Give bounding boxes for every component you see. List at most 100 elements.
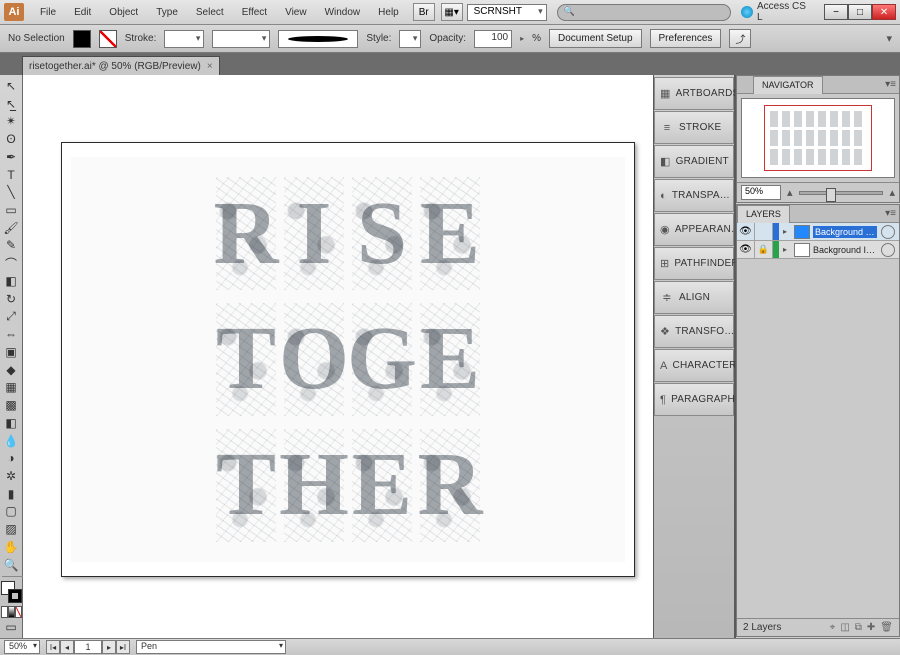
zoom-out-icon[interactable]: ▴ [787,186,793,199]
menu-view[interactable]: View [277,3,315,22]
pencil-tool[interactable]: ✎ [1,237,22,255]
delete-layer-icon[interactable]: 🗑 [880,622,893,633]
artboard-prev-button[interactable]: ◂ [60,640,74,654]
symbol-sprayer-tool[interactable]: ✲ [1,467,22,485]
menu-select[interactable]: Select [188,3,232,22]
column-graph-tool[interactable]: ▮ [1,485,22,503]
artboard-number-input[interactable]: 1 [74,640,102,654]
dock-transparency[interactable]: ◐TRANSPA… [654,179,734,212]
dock-artboards[interactable]: ▦ARTBOARDS [654,77,734,110]
dock-transform[interactable]: ❖TRANSFO… [654,315,734,348]
artboard-tool[interactable]: ▢ [1,503,22,521]
stroke-weight-dropdown[interactable] [164,30,204,48]
free-transform-tool[interactable]: ▣ [1,343,22,361]
bridge-button[interactable]: Br [413,3,435,21]
fill-swatch[interactable] [73,30,91,48]
eraser-tool[interactable]: ◧ [1,272,22,290]
screen-mode-tool[interactable]: ▭ [1,618,22,636]
magic-wand-tool[interactable]: ✴ [1,112,22,130]
dock-paragraph[interactable]: ¶PARAGRAPH [654,383,734,416]
window-minimize-button[interactable]: − [824,4,848,20]
graphic-style-dropdown[interactable] [399,30,421,48]
paintbrush-tool[interactable]: 🖌 [1,219,22,237]
dock-character[interactable]: ACHARACTER [654,349,734,382]
visibility-toggle-icon[interactable]: 👁 [737,241,755,258]
direct-selection-tool[interactable]: ↖̲ [1,95,22,113]
lock-toggle-icon[interactable]: 🔒 [755,241,773,258]
status-tool-dropdown[interactable]: Pen [136,640,286,654]
lock-toggle-icon[interactable] [755,223,773,240]
layer-name[interactable]: Background Image [813,245,877,255]
fill-stroke-indicator[interactable] [1,581,22,602]
preferences-button[interactable]: Preferences [650,29,722,48]
eyedropper-tool[interactable]: 💧 [1,432,22,450]
controlbar-collapse-icon[interactable]: ▾ [886,32,892,45]
brush-dropdown[interactable] [278,30,358,48]
window-maximize-button[interactable]: □ [848,4,872,20]
stroke-swatch[interactable] [99,30,117,48]
opacity-input[interactable]: 100 [474,30,512,48]
layer-target-icon[interactable] [881,243,895,257]
selection-tool[interactable]: ↖ [1,77,22,95]
layer-row[interactable]: 👁 ▸ Background co… [737,223,899,241]
layer-name[interactable]: Background co… [813,226,877,238]
menu-edit[interactable]: Edit [66,3,99,22]
dock-pathfinder[interactable]: ⊞PATHFINDER [654,247,734,280]
navigator-zoom-slider[interactable] [799,191,884,195]
navigator-tab[interactable]: NAVIGATOR [753,76,823,94]
window-close-button[interactable]: ✕ [872,4,896,20]
new-sublayer-icon[interactable]: ⧉ [855,622,862,633]
dock-gradient[interactable]: ◧GRADIENT [654,145,734,178]
zoom-in-icon[interactable]: ▴ [889,186,895,199]
status-zoom-dropdown[interactable]: 50% [4,640,40,654]
blend-tool[interactable]: ◑ [1,449,22,467]
artboard-first-button[interactable]: I◂ [46,640,60,654]
slice-tool[interactable]: ▨ [1,520,22,538]
search-input[interactable] [557,4,731,21]
locate-object-icon[interactable]: ⌖ [830,622,836,633]
navigator-zoom-input[interactable]: 50% [741,185,781,200]
artboard-last-button[interactable]: ▸I [116,640,130,654]
shape-builder-tool[interactable]: ◆ [1,361,22,379]
menu-effect[interactable]: Effect [234,3,275,22]
gradient-tool[interactable]: ◧ [1,414,22,432]
navigator-ghost-tab[interactable] [737,82,753,88]
menu-help[interactable]: Help [370,3,407,22]
document-setup-button[interactable]: Document Setup [549,29,642,48]
menu-object[interactable]: Object [101,3,146,22]
mesh-tool[interactable]: ▩ [1,396,22,414]
layer-target-icon[interactable] [881,225,895,239]
artboard-next-button[interactable]: ▸ [102,640,116,654]
rotate-tool[interactable]: ↻ [1,290,22,308]
layer-expand-icon[interactable]: ▸ [779,245,791,254]
menu-window[interactable]: Window [317,3,369,22]
line-segment-tool[interactable]: ╲ [1,183,22,201]
stroke-profile-dropdown[interactable] [212,30,270,48]
blob-brush-tool[interactable]: ⌒ [1,254,22,272]
layers-tab[interactable]: LAYERS [737,205,790,223]
access-cs-live[interactable]: Access CS L [741,1,814,23]
menu-type[interactable]: Type [148,3,186,22]
layer-expand-icon[interactable]: ▸ [779,227,791,236]
new-layer-icon[interactable]: ✚ [867,622,875,633]
layer-row[interactable]: 👁 🔒 ▸ Background Image [737,241,899,259]
dock-appearance[interactable]: ◉APPEARAN… [654,213,734,246]
color-modes[interactable] [1,606,22,618]
dock-align[interactable]: ≑ALIGN [654,281,734,314]
arrange-docs-button[interactable]: ▦▾ [441,3,463,21]
scale-tool[interactable]: ⤢ [1,308,22,326]
type-tool[interactable]: T [1,166,22,184]
rectangle-tool[interactable]: ▭ [1,201,22,219]
hand-tool[interactable]: ✋ [1,538,22,556]
navigator-panel-menu-icon[interactable]: ▾≡ [885,79,896,90]
width-tool[interactable]: ⇔ [1,325,22,343]
make-clipping-mask-icon[interactable]: ◫ [840,622,849,633]
perspective-grid-tool[interactable]: ▦ [1,378,22,396]
align-to-button[interactable]: ⤴ [729,29,751,48]
menu-file[interactable]: File [32,3,64,22]
pen-tool[interactable]: ✒ [1,148,22,166]
visibility-toggle-icon[interactable]: 👁 [737,223,755,240]
document-tab-close-icon[interactable]: × [207,61,213,72]
document-tab[interactable]: risetogether.ai* @ 50% (RGB/Preview) × [22,56,220,75]
dock-stroke[interactable]: ≡STROKE [654,111,734,144]
